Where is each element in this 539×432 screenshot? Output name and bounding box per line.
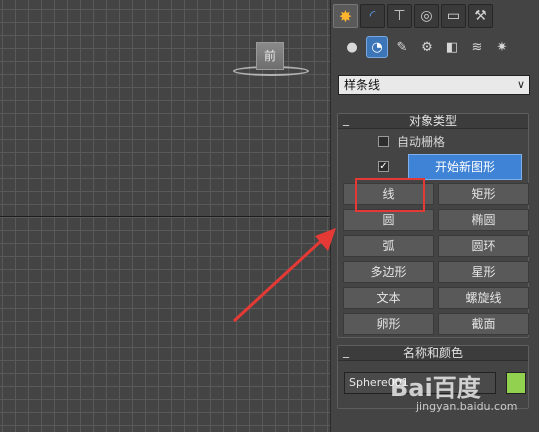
- create-icon: ✸: [338, 6, 353, 26]
- cameras-button[interactable]: ⚙: [416, 36, 438, 58]
- object-type-rollout-header[interactable]: _ 对象类型: [338, 112, 528, 129]
- command-panel-tabs: ✸ ◜ ⊤ ◎ ▭ ⚒: [333, 4, 493, 30]
- hierarchy-icon: ⊤: [393, 8, 406, 24]
- autogrid-checkbox[interactable]: [378, 136, 389, 147]
- ellipse-button[interactable]: 椭圆: [438, 209, 529, 231]
- start-new-shape-checkbox[interactable]: ✓: [378, 161, 389, 172]
- object-type-title: 对象类型: [408, 114, 457, 128]
- utilities-icon: ⚒: [474, 8, 487, 24]
- viewcube-face-front[interactable]: 前: [256, 42, 284, 70]
- ngon-button[interactable]: 多边形: [343, 261, 434, 283]
- systems-icon: ✷: [496, 39, 508, 55]
- collapse-icon: _: [343, 112, 349, 126]
- helix-button[interactable]: 螺旋线: [438, 287, 529, 309]
- display-tab[interactable]: ▭: [441, 4, 466, 28]
- lights-button[interactable]: ✎: [391, 36, 413, 58]
- name-color-rollout-header[interactable]: _ 名称和颜色: [338, 344, 528, 361]
- motion-tab[interactable]: ◎: [414, 4, 439, 28]
- line-button[interactable]: 线: [343, 183, 434, 205]
- name-color-rollout: _ 名称和颜色 Sphere001: [337, 344, 529, 409]
- section-button[interactable]: 截面: [438, 313, 529, 335]
- start-new-shape-row: ✓: [378, 161, 389, 172]
- shape-type-dropdown[interactable]: 样条线 ∨: [338, 75, 530, 95]
- helpers-button[interactable]: ◧: [441, 36, 463, 58]
- autogrid-row: 自动栅格: [378, 133, 445, 150]
- autogrid-label: 自动栅格: [397, 135, 446, 149]
- shape-type-value: 样条线: [344, 78, 381, 92]
- spacewarps-button[interactable]: ≋: [466, 36, 488, 58]
- helpers-icon: ◧: [445, 39, 459, 55]
- shapes-icon: ◔: [371, 39, 383, 55]
- arc-button[interactable]: 弧: [343, 235, 434, 257]
- modify-icon: ◜: [369, 8, 376, 24]
- name-color-title: 名称和颜色: [402, 346, 463, 360]
- chevron-down-icon: ∨: [516, 78, 525, 91]
- rectangle-button[interactable]: 矩形: [438, 183, 529, 205]
- front-viewport[interactable]: 前: [0, 0, 330, 432]
- shapes-button[interactable]: ◔: [366, 36, 388, 58]
- hierarchy-tab[interactable]: ⊤: [387, 4, 412, 28]
- create-tab[interactable]: ✸: [333, 4, 358, 28]
- command-panel: ✸ ◜ ⊤ ◎ ▭ ⚒ ● ◔ ✎ ⚙ ◧ ≋ ✷ 样条线 ∨ _ 对象类型 自…: [330, 0, 539, 432]
- shape-buttons-grid: 线 矩形 圆 椭圆 弧 圆环 多边形 星形 文本 螺旋线 卵形 截面: [343, 183, 529, 335]
- object-name-field[interactable]: Sphere001: [344, 372, 496, 394]
- spacewarps-icon: ≋: [471, 39, 483, 55]
- start-new-shape-button[interactable]: 开始新图形: [408, 154, 522, 180]
- object-type-rollout: _ 对象类型 自动栅格 ✓ 开始新图形 线 矩形 圆 椭圆 弧 圆环 多边形 星…: [337, 112, 529, 338]
- geometry-button[interactable]: ●: [341, 36, 363, 58]
- geometry-icon: ●: [346, 39, 358, 55]
- star-button[interactable]: 星形: [438, 261, 529, 283]
- utilities-tab[interactable]: ⚒: [468, 4, 493, 28]
- systems-button[interactable]: ✷: [491, 36, 513, 58]
- collapse-icon: _: [343, 344, 349, 358]
- modify-tab[interactable]: ◜: [360, 4, 385, 28]
- cameras-icon: ⚙: [421, 39, 433, 55]
- display-icon: ▭: [446, 8, 461, 24]
- object-color-swatch[interactable]: [506, 372, 526, 394]
- motion-icon: ◎: [420, 8, 433, 24]
- world-axis-line: [0, 216, 330, 217]
- viewcube[interactable]: 前: [233, 38, 309, 78]
- create-categories: ● ◔ ✎ ⚙ ◧ ≋ ✷: [341, 36, 513, 58]
- donut-button[interactable]: 圆环: [438, 235, 529, 257]
- lights-icon: ✎: [396, 39, 408, 55]
- circle-button[interactable]: 圆: [343, 209, 434, 231]
- text-button[interactable]: 文本: [343, 287, 434, 309]
- egg-button[interactable]: 卵形: [343, 313, 434, 335]
